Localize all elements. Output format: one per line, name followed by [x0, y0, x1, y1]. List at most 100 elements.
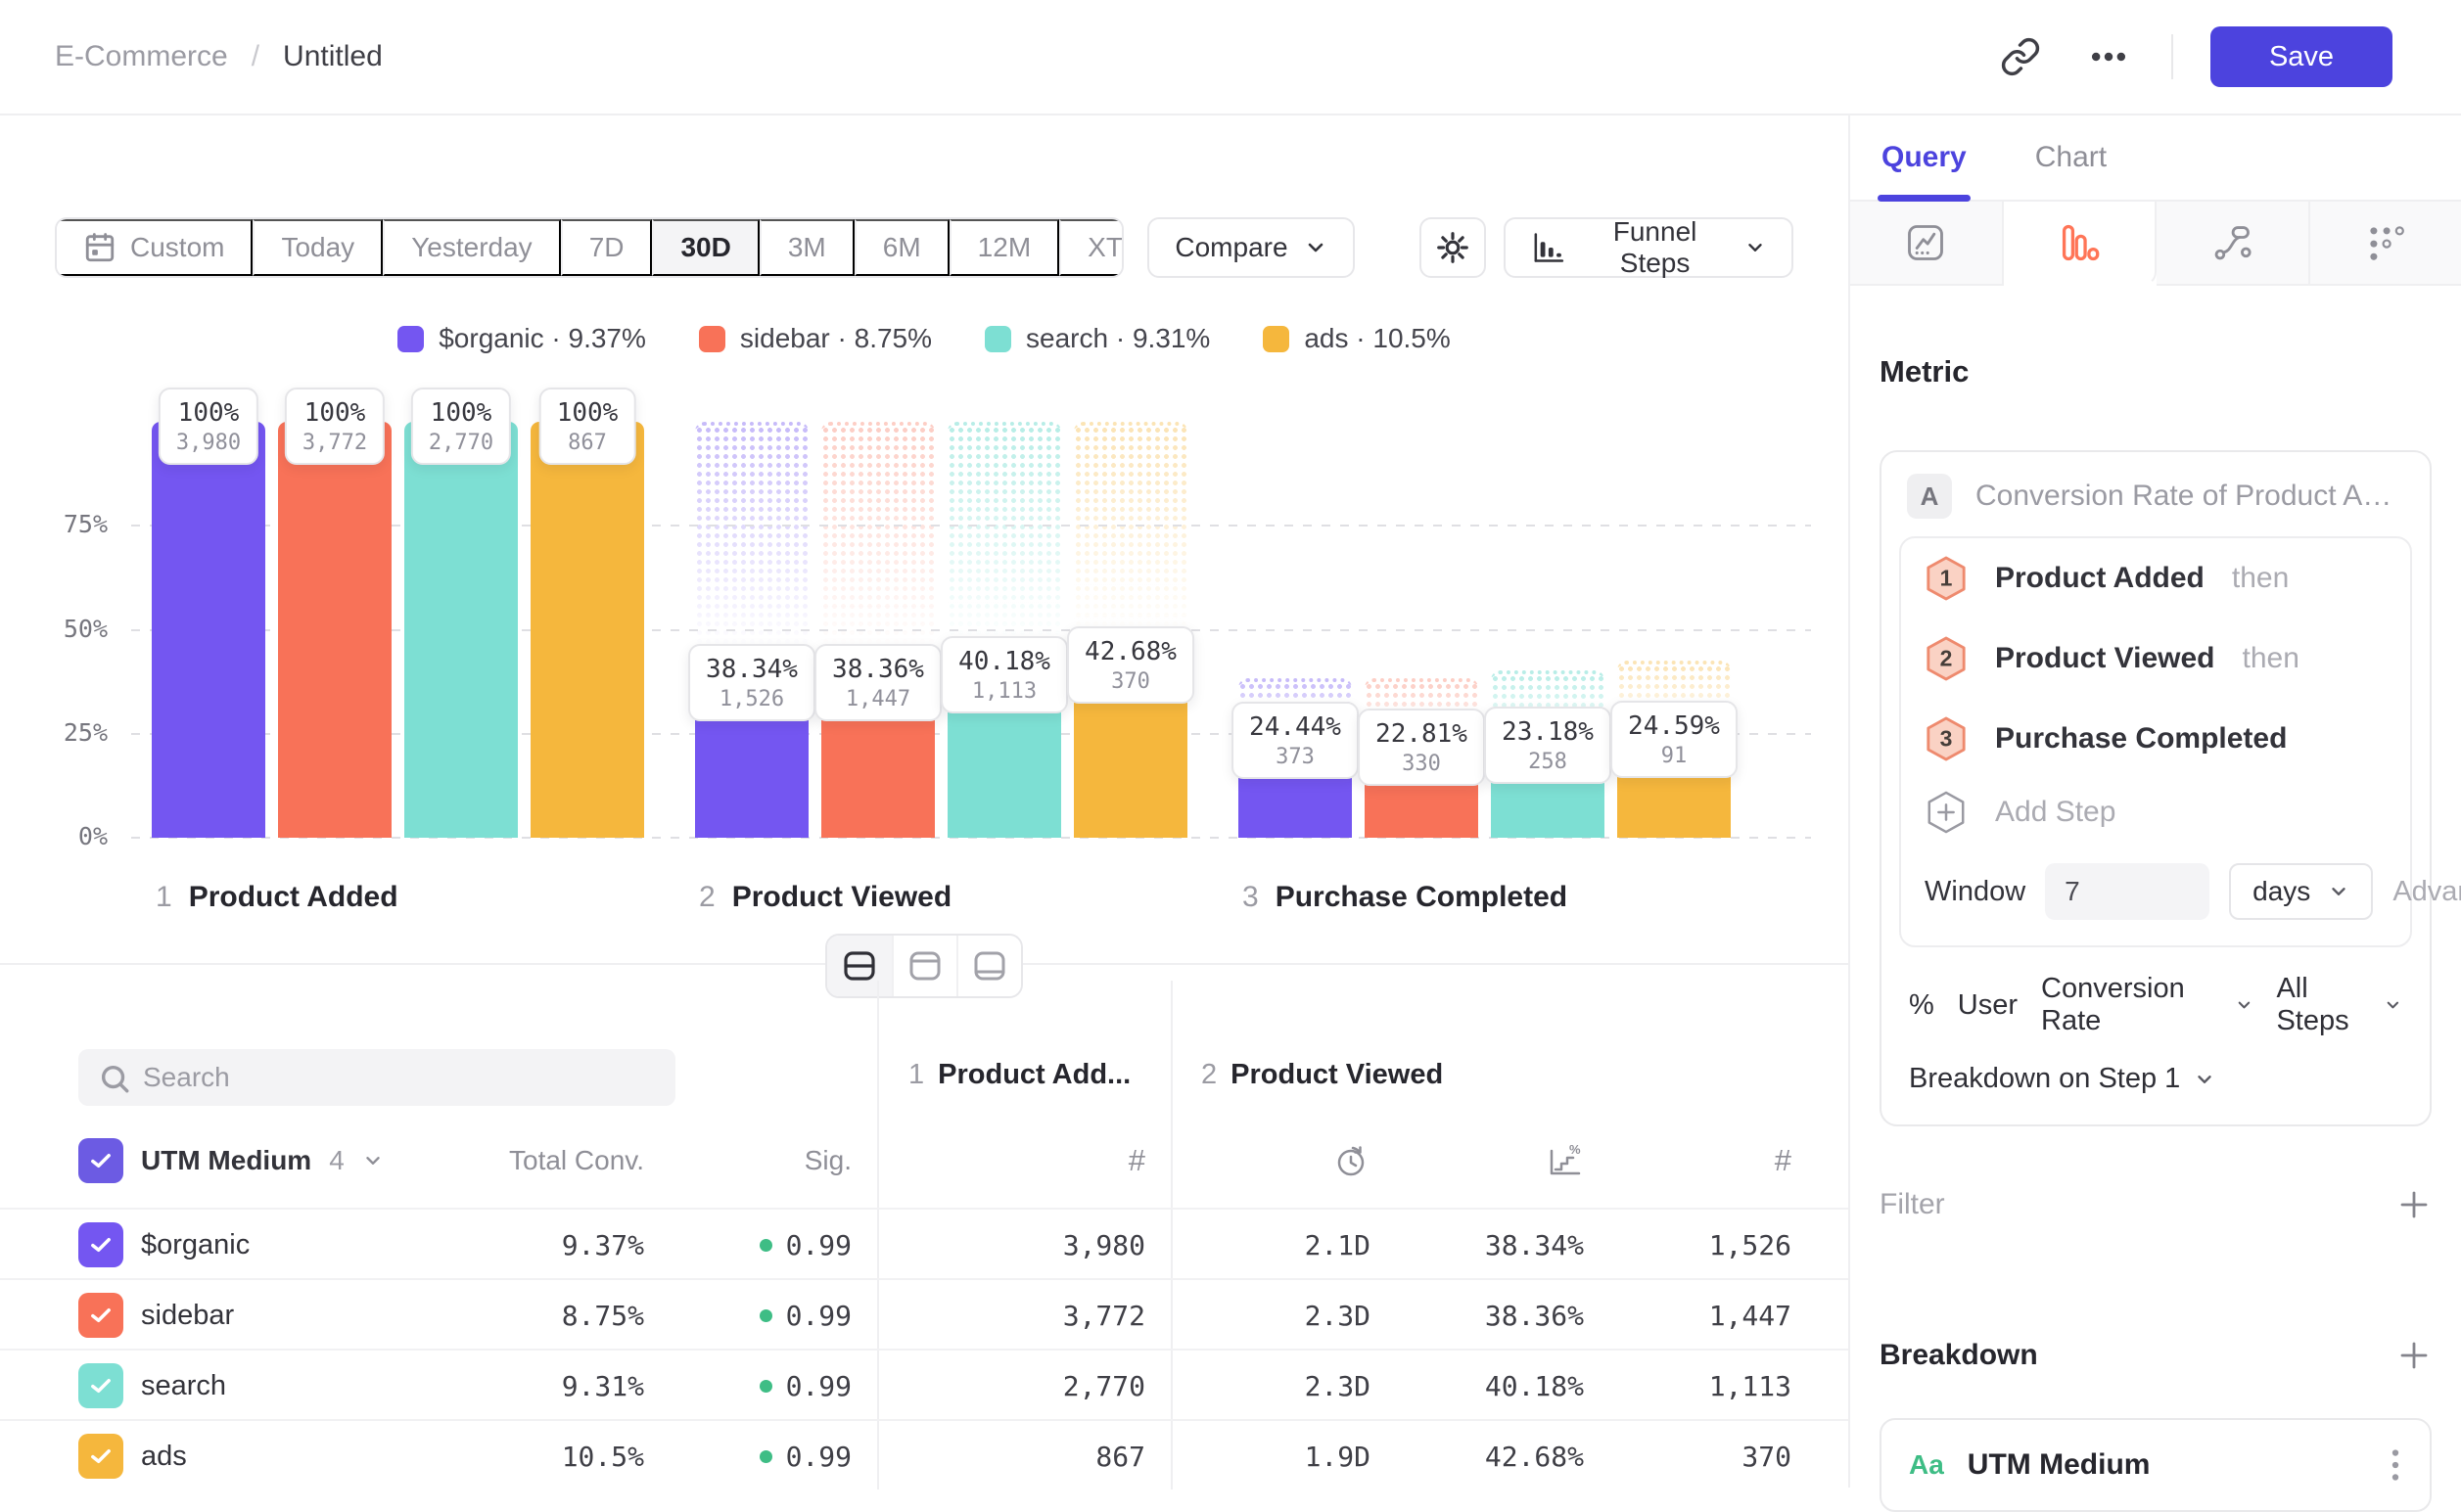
date-range-12m[interactable]: 12M	[950, 219, 1059, 276]
bar-value-tooltip: 100%3,980	[159, 388, 258, 465]
advanced-toggle[interactable]: Advanced	[2392, 876, 2461, 908]
date-range-30d[interactable]: 30D	[652, 219, 759, 276]
report-tab-insights[interactable]	[1850, 202, 2004, 286]
query-step-3[interactable]: 3 Purchase Completed	[1901, 699, 2410, 779]
legend-item[interactable]: sidebar · 8.75%	[699, 323, 932, 354]
bar-count-label: 2,770	[429, 430, 493, 456]
sig-dot-icon	[760, 1450, 772, 1463]
row-sig: 0.99	[760, 1421, 852, 1491]
legend-item[interactable]: search · 9.31%	[985, 323, 1210, 354]
share-link-button[interactable]	[1995, 31, 2046, 82]
date-range-yesterday[interactable]: Yesterday	[383, 219, 561, 276]
bar-count-label: 373	[1249, 744, 1341, 770]
table-row-sidebar[interactable]: sidebar8.75%0.993,7722.3D38.36%1,447	[0, 1278, 1848, 1349]
chart-settings-button[interactable]	[1419, 217, 1487, 278]
measure-entity[interactable]: User	[1958, 989, 2018, 1022]
conversion-rate-icon: %	[1545, 1141, 1584, 1180]
query-step-2[interactable]: 2Product Viewedthen	[1901, 619, 2410, 699]
row-checkbox[interactable]	[78, 1434, 123, 1479]
row-sig: 0.99	[760, 1351, 852, 1421]
add-filter-button[interactable]	[2396, 1187, 2432, 1222]
compare-button[interactable]: Compare	[1147, 217, 1354, 278]
legend-item[interactable]: ads · 10.5%	[1263, 323, 1450, 354]
funnel-chart: 75%50%25%0%100%3,98038.34%1,52624.44%373…	[0, 399, 1848, 838]
save-button[interactable]: Save	[2210, 26, 2392, 87]
query-step-name: Purchase Completed	[1995, 722, 2287, 756]
select-all-checkbox[interactable]	[78, 1138, 123, 1183]
kebab-icon[interactable]	[2389, 1448, 2402, 1482]
step1-count-column-header[interactable]: #	[1129, 1122, 1145, 1200]
date-range-3m[interactable]: 3M	[760, 219, 855, 276]
row-sig: 0.99	[760, 1210, 852, 1280]
bar-value-tooltip: 40.18%1,113	[941, 636, 1068, 713]
avg-time-column-header[interactable]	[1331, 1122, 1370, 1200]
date-range-today[interactable]: Today	[253, 219, 383, 276]
row-total-conv: 8.75%	[562, 1280, 644, 1351]
step2-count-column-header[interactable]: #	[1775, 1122, 1791, 1200]
breadcrumb-title[interactable]: Untitled	[283, 40, 383, 73]
metric-title-row[interactable]: A Conversion Rate of Product Adde...	[1881, 452, 2430, 532]
report-tab-flows[interactable]	[2157, 202, 2310, 286]
funnel-bar-sidebar-step1[interactable]	[278, 422, 392, 838]
conv-rate-column-header[interactable]: %	[1545, 1122, 1584, 1200]
funnel-bar-$organic-step1[interactable]	[152, 422, 265, 838]
table-row-search[interactable]: search9.31%0.992,7702.3D40.18%1,113	[0, 1349, 1848, 1419]
chart-type-button[interactable]: Funnel Steps	[1504, 217, 1793, 278]
link-icon	[2000, 36, 2041, 77]
group-by-control[interactable]: UTM Medium 4	[78, 1122, 384, 1200]
chevron-down-icon	[2194, 1069, 2215, 1090]
date-range-custom[interactable]: Custom	[57, 219, 253, 276]
add-step-button[interactable]: Add Step	[1901, 779, 2410, 844]
window-unit-select[interactable]: days	[2229, 863, 2373, 920]
date-range-6m[interactable]: 6M	[855, 219, 950, 276]
more-menu-button[interactable]	[2083, 31, 2134, 82]
table-rows: $organic9.37%0.993,9802.1D38.34%1,526sid…	[0, 1208, 1848, 1489]
window-value-input[interactable]	[2045, 863, 2209, 920]
table-row-ads[interactable]: ads10.5%0.998671.9D42.68%370	[0, 1419, 1848, 1489]
legend-item[interactable]: $organic · 9.37%	[397, 323, 646, 354]
row-step1-count: 3,980	[1063, 1210, 1145, 1280]
breakdown-item[interactable]: AaUTM Medium	[1880, 1418, 2432, 1512]
check-icon	[87, 1443, 115, 1470]
funnel-bar-ads-step1[interactable]	[531, 422, 644, 838]
chart-legend: $organic · 9.37% sidebar · 8.75% search · …	[0, 323, 1848, 354]
date-range-7d[interactable]: 7D	[561, 219, 653, 276]
report-tab-retention[interactable]	[2310, 202, 2461, 286]
row-step2-count: 370	[1741, 1421, 1791, 1491]
add-breakdown-button[interactable]	[2396, 1338, 2432, 1373]
query-step-1[interactable]: 1Product Addedthen	[1901, 538, 2410, 619]
row-sig: 0.99	[760, 1280, 852, 1351]
step-number: 3	[1242, 881, 1259, 914]
tab-query[interactable]: Query	[1881, 115, 1967, 201]
measure-metric-select[interactable]: Conversion Rate	[2041, 973, 2252, 1037]
chevron-down-icon	[1304, 236, 1327, 259]
row-checkbox[interactable]	[78, 1363, 123, 1408]
funnel-step-label: 3Purchase Completed	[1242, 881, 1567, 914]
total-conv-column-header[interactable]: Total Conv.	[509, 1122, 644, 1200]
calendar-icon	[83, 231, 116, 264]
row-label: $organic	[141, 1210, 250, 1280]
svg-text:2: 2	[1940, 646, 1953, 671]
table-row-organic[interactable]: $organic9.37%0.993,9802.1D38.34%1,526	[0, 1208, 1848, 1278]
funnel-dropoff-ghost	[695, 422, 809, 678]
measure-scope-select[interactable]: All Steps	[2276, 973, 2402, 1037]
funnel-bar-search-step1[interactable]	[404, 422, 518, 838]
report-tab-funnels[interactable]	[2004, 202, 2158, 286]
tab-chart[interactable]: Chart	[2035, 115, 2107, 201]
breadcrumb-project[interactable]: E-Commerce	[55, 40, 228, 73]
date-range-xtd[interactable]: XTD	[1059, 219, 1124, 276]
breakdown-on-select[interactable]: Breakdown on Step 1	[1881, 1041, 2430, 1124]
svg-text:3: 3	[1940, 726, 1953, 752]
flows-icon	[2210, 221, 2253, 264]
row-checkbox[interactable]	[78, 1222, 123, 1267]
step-number: 2	[699, 881, 716, 914]
row-conv-rate: 38.34%	[1485, 1210, 1584, 1280]
search-input[interactable]	[78, 1049, 675, 1106]
row-checkbox[interactable]	[78, 1293, 123, 1338]
bar-value-tooltip: 24.44%373	[1231, 702, 1359, 779]
sig-column-header[interactable]: Sig.	[805, 1122, 852, 1200]
more-icon	[2087, 35, 2130, 78]
bar-value-tooltip: 38.34%1,526	[688, 644, 815, 721]
bar-pct-label: 24.44%	[1249, 710, 1341, 744]
check-icon	[87, 1231, 115, 1259]
